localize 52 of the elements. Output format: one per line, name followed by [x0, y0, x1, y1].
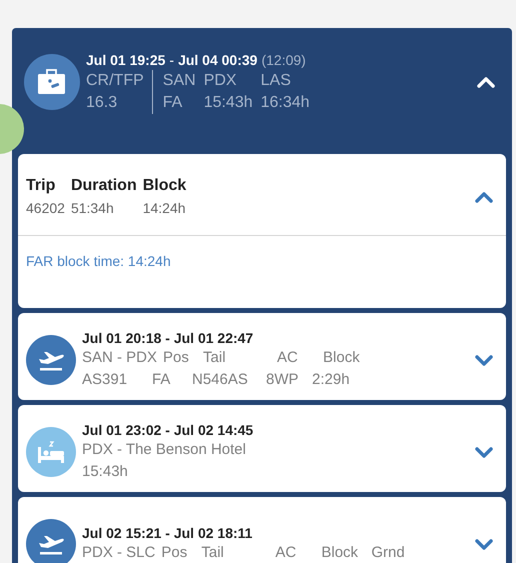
segment-column-header: Tail [203, 348, 227, 368]
bed-icon [26, 426, 76, 476]
trip-column-header: Block [142, 176, 186, 196]
pairing-time-range: Jul 04 00:39 [178, 51, 258, 70]
stat-value: 16.3 [86, 93, 118, 113]
chevron-icon [474, 352, 494, 366]
trip-column-value: 51:34h [70, 199, 115, 218]
segment-column-header: SAN - PDX [82, 348, 158, 368]
segment-column-header: Block [321, 542, 360, 562]
time-separator: - [169, 51, 174, 70]
segment-column-value: N546AS [192, 370, 249, 390]
briefcase-icon [24, 54, 80, 110]
pairing-duration: (12:09) [261, 51, 306, 70]
airplane-icon [26, 518, 76, 563]
segment-column-header: PDX - SLC [82, 542, 156, 562]
segment-card[interactable]: Jul 01 20:18 - Jul 01 22:47 SAN - PDX Pos Tail AC Block AS391 FA N546AS 8WP 2:29h [18, 313, 506, 400]
trip-column-value: 14:24h [142, 199, 186, 218]
segment-column-header: Grnd [371, 542, 406, 562]
trip-column-header: Duration [70, 176, 137, 196]
hotel-name: PDX - The Benson Hotel [82, 440, 247, 460]
chevron-icon [476, 75, 496, 89]
pairing-time-range: Jul 01 19:25 [86, 51, 166, 70]
chevron-icon [474, 536, 494, 550]
far-block-time-text: FAR block time: 14:24h [26, 253, 171, 269]
segment-column-value: 2:29h [312, 370, 351, 390]
segment-card[interactable]: Jul 02 15:21 - Jul 02 18:11 PDX - SLC Pos Tail AC Block Grnd [18, 497, 506, 563]
segment-card[interactable]: Jul 01 23:02 - Jul 02 14:45 PDX - The Benson Hotel 15:43h [18, 405, 506, 492]
station-value: 16:34h [260, 93, 310, 113]
segment-column-header: Tail [201, 542, 225, 562]
chevron-icon [474, 190, 494, 204]
airplane-icon [26, 334, 76, 384]
segment-time-range: Jul 02 15:21 - Jul 02 18:11 [82, 524, 254, 542]
segment-column-value: FA [152, 370, 172, 390]
segment-column-header: AC [275, 542, 298, 562]
segment-time-range: Jul 01 23:02 - Jul 02 14:45 [82, 420, 254, 438]
segment-column-value: AS391 [82, 370, 128, 390]
station-label: LAS [260, 71, 292, 91]
segment-column-header: Block [323, 348, 361, 368]
trip-column-header: Trip [26, 176, 56, 196]
chevron-icon [474, 444, 494, 458]
segment-column-value: 8WP [266, 370, 300, 390]
segment-column-header: AC [277, 348, 299, 368]
segment-time-range: Jul 01 20:18 - Jul 01 22:47 [82, 328, 254, 346]
hotel-duration: 15:43h [82, 462, 129, 482]
segment-column-header: Pos [163, 348, 190, 368]
station-label: PDX [204, 71, 238, 91]
stat-label: CR/TFP [86, 71, 144, 91]
station-label: SAN [162, 71, 196, 91]
station-value: FA [162, 93, 184, 113]
station-value: 15:43h [204, 93, 253, 113]
trip-column-value: 46202 [26, 199, 65, 218]
segment-column-header: Pos [161, 542, 188, 562]
